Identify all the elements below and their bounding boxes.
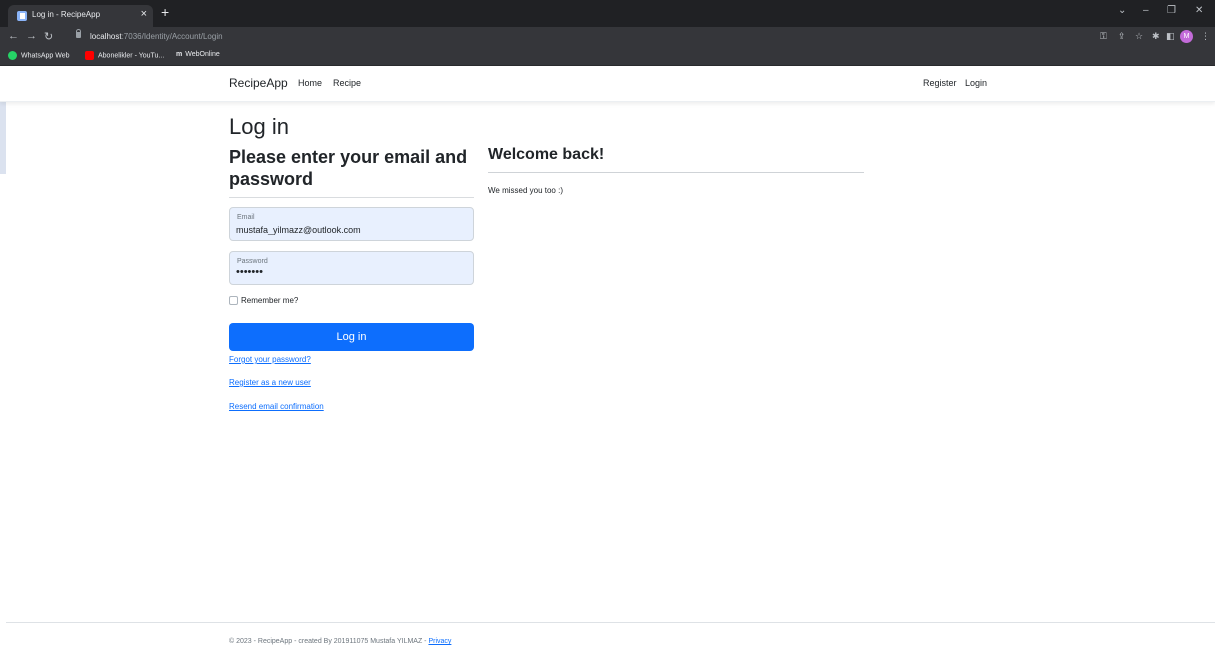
email-input[interactable] [236, 223, 466, 237]
lock-icon [76, 29, 81, 38]
password-label: Password [237, 258, 268, 265]
page-favicon-icon [17, 11, 27, 21]
footer-text: © 2023 - RecipeApp - created By 20191107… [229, 638, 429, 645]
reload-icon[interactable]: ↻ [44, 30, 53, 43]
nav-register-link[interactable]: Register [923, 78, 957, 88]
divider [488, 172, 864, 173]
url-text: localhost:7036/Identity/Account/Login [90, 32, 223, 41]
welcome-message: We missed you too :) [488, 186, 563, 195]
divider [229, 197, 474, 198]
side-panel-icon[interactable]: ◧ [1166, 31, 1175, 42]
brand-link[interactable]: RecipeApp [229, 76, 288, 90]
minimize-button[interactable]: – [1143, 5, 1149, 16]
remember-label: Remember me? [241, 296, 299, 305]
browser-tabbar: Log in - RecipeApp × + ⌄ – ❐ ✕ [0, 0, 1215, 27]
bookmark-youtube[interactable]: Abonelikler - YouTu... [85, 51, 164, 60]
bookmark-webonline[interactable]: m WebOnline [176, 51, 220, 58]
register-link[interactable]: Register as a new user [229, 378, 311, 387]
remember-checkbox[interactable] [229, 296, 238, 305]
bookmark-whatsapp[interactable]: WhatsApp Web [8, 51, 70, 60]
password-field[interactable]: Password [229, 251, 474, 285]
nav-home-link[interactable]: Home [298, 78, 322, 88]
webonline-icon: m [176, 51, 183, 58]
welcome-heading: Welcome back! [488, 146, 605, 163]
resend-confirmation-link[interactable]: Resend email confirmation [229, 402, 324, 411]
tab-close-icon[interactable]: × [141, 8, 147, 20]
password-input[interactable] [236, 265, 466, 279]
forgot-password-link[interactable]: Forgot your password? [229, 355, 311, 364]
tab-search-icon[interactable]: ⌄ [1118, 5, 1126, 16]
extensions-icon[interactable]: ✱ [1152, 31, 1160, 42]
close-window-button[interactable]: ✕ [1195, 5, 1203, 16]
email-field[interactable]: Email [229, 207, 474, 241]
login-subtitle: Please enter your email and password [229, 147, 468, 189]
footer-divider [6, 622, 1215, 623]
address-bar[interactable]: localhost:7036/Identity/Account/Login [70, 29, 1070, 45]
login-button[interactable]: Log in [229, 323, 474, 351]
youtube-icon [85, 51, 94, 60]
browser-toolbar: ← → ↻ localhost:7036/Identity/Account/Lo… [0, 27, 1215, 47]
new-tab-button[interactable]: + [161, 4, 169, 20]
share-icon[interactable]: ⇪ [1118, 31, 1126, 42]
restore-button[interactable]: ❐ [1167, 5, 1176, 16]
tab-title: Log in - RecipeApp [32, 10, 101, 19]
whatsapp-icon [8, 51, 17, 60]
footer: © 2023 - RecipeApp - created By 20191107… [229, 638, 451, 645]
nav-login-link[interactable]: Login [965, 78, 987, 88]
site-navbar: RecipeApp Home Recipe Register Login [0, 66, 1215, 102]
profile-avatar[interactable]: M [1180, 30, 1193, 43]
menu-kebab-icon[interactable]: ⋮ [1201, 31, 1210, 42]
key-icon[interactable]: ⚿ [1100, 31, 1107, 42]
back-arrow-icon[interactable]: ← [8, 30, 19, 42]
privacy-link[interactable]: Privacy [428, 638, 451, 645]
browser-tab[interactable]: Log in - RecipeApp × [8, 5, 153, 27]
page-title: Log in [229, 114, 289, 139]
forward-arrow-icon[interactable]: → [26, 30, 37, 42]
bookmarks-bar: WhatsApp Web Abonelikler - YouTu... m Web… [0, 47, 1215, 66]
email-label: Email [237, 214, 255, 221]
page: RecipeApp Home Recipe Register Login Log… [0, 66, 1215, 648]
star-icon[interactable]: ☆ [1135, 31, 1143, 42]
nav-recipe-link[interactable]: Recipe [333, 78, 361, 88]
